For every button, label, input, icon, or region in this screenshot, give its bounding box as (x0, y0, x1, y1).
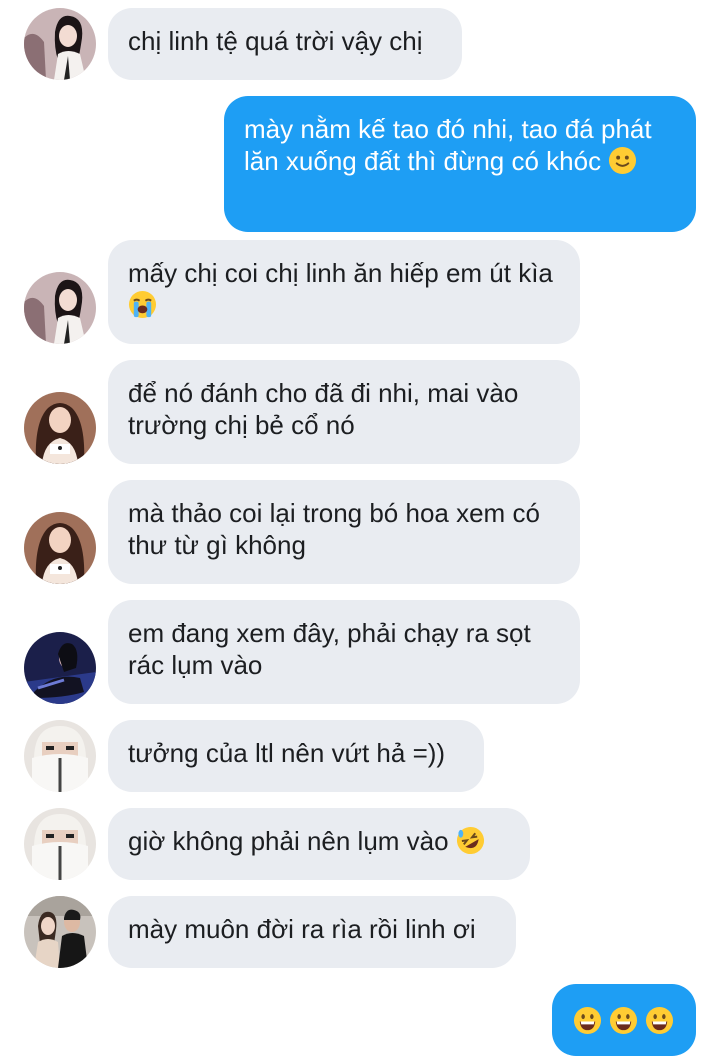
message-bubble[interactable]: giờ không phải nên lụm vào (108, 808, 530, 880)
message-bubble[interactable]: em đang xem đây, phải chạy ra sọt rác lụ… (108, 600, 580, 704)
message-bubble[interactable]: tưởng của ltl nên vứt hả =)) (108, 720, 484, 792)
avatar-photo-icon (24, 392, 96, 464)
message-bubble[interactable]: mày muôn đời ra rìa rồi linh ơi (108, 896, 516, 968)
message-row: để nó đánh cho đã đi nhi, mai vào trường… (0, 360, 720, 464)
grinning-face-emoji (573, 1006, 602, 1035)
avatar-photo-icon (24, 632, 96, 704)
grinning-face-emoji (645, 1006, 674, 1035)
message-text: mày muôn đời ra rìa rồi linh ơi (128, 914, 476, 944)
message-row: em đang xem đây, phải chạy ra sọt rác lụ… (0, 600, 720, 704)
avatar-photo-icon (24, 720, 96, 792)
avatar-photo-icon (24, 896, 96, 968)
message-row (0, 984, 720, 1056)
message-text: tưởng của ltl nên vứt hả =)) (128, 738, 446, 768)
avatar-photo-icon (24, 512, 96, 584)
avatar[interactable] (24, 632, 96, 704)
loudly-crying-face-emoji (128, 290, 157, 319)
message-bubble[interactable]: mày nằm kế tao đó nhi, tao đá phát lăn x… (224, 96, 696, 232)
avatar[interactable] (24, 8, 96, 80)
grinning-face-emoji (609, 1006, 638, 1035)
message-row: mấy chị coi chị linh ăn hiếp em út kìa (0, 240, 720, 344)
avatar-photo-icon (24, 272, 96, 344)
rolling-on-floor-laughing-emoji (456, 826, 485, 855)
message-row: giờ không phải nên lụm vào (0, 808, 720, 880)
message-row: chị linh tệ quá trời vậy chị (0, 8, 720, 80)
message-text: chị linh tệ quá trời vậy chị (128, 26, 423, 56)
avatar[interactable] (24, 808, 96, 880)
avatar[interactable] (24, 896, 96, 968)
message-bubble[interactable]: mà thảo coi lại trong bó hoa xem có thư … (108, 480, 580, 584)
avatar-photo-icon (24, 808, 96, 880)
message-bubble[interactable]: chị linh tệ quá trời vậy chị (108, 8, 462, 80)
message-bubble[interactable] (552, 984, 696, 1056)
message-text: mấy chị coi chị linh ăn hiếp em út kìa (128, 258, 553, 288)
avatar[interactable] (24, 720, 96, 792)
message-text: em đang xem đây, phải chạy ra sọt rác lụ… (128, 618, 531, 680)
message-row: mày muôn đời ra rìa rồi linh ơi (0, 896, 720, 968)
slightly-smiling-face-emoji (608, 146, 637, 175)
message-text: giờ không phải nên lụm vào (128, 826, 449, 856)
message-row: mày nằm kế tao đó nhi, tao đá phát lăn x… (0, 96, 720, 232)
message-text: mày nằm kế tao đó nhi, tao đá phát lăn x… (244, 114, 652, 176)
avatar-photo-icon (24, 8, 96, 80)
message-row: mà thảo coi lại trong bó hoa xem có thư … (0, 480, 720, 584)
avatar[interactable] (24, 392, 96, 464)
message-text: mà thảo coi lại trong bó hoa xem có thư … (128, 498, 540, 560)
message-row: tưởng của ltl nên vứt hả =)) (0, 720, 720, 792)
message-bubble[interactable]: mấy chị coi chị linh ăn hiếp em út kìa (108, 240, 580, 344)
message-text: để nó đánh cho đã đi nhi, mai vào trường… (128, 378, 519, 440)
avatar[interactable] (24, 272, 96, 344)
message-bubble[interactable]: để nó đánh cho đã đi nhi, mai vào trường… (108, 360, 580, 464)
avatar[interactable] (24, 512, 96, 584)
